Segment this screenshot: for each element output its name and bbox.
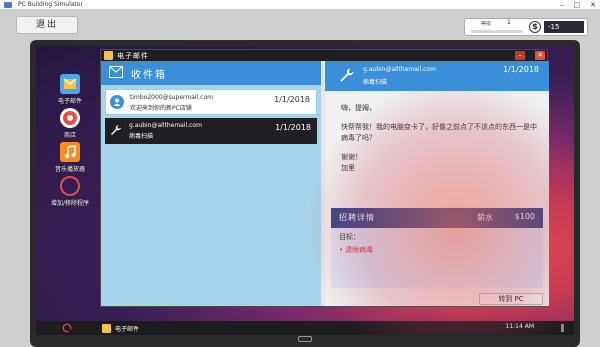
signoff-name: 加里: [341, 164, 355, 172]
level-label: 等级: [481, 21, 492, 27]
email-close-button[interactable]: ✕: [535, 51, 545, 60]
message-greeting: 嗨，提姆，: [341, 104, 376, 112]
pay-label: 薪水: [477, 213, 493, 222]
desktop-icon-label: 音乐播放器: [54, 166, 85, 173]
bullet-icon: •: [339, 246, 344, 254]
objective-text: 清除病毒: [345, 246, 374, 254]
job-details-title: 招聘详情: [339, 213, 375, 222]
mail-app-icon: [102, 323, 111, 333]
reader-date: 1/1/2018: [503, 65, 539, 74]
desktop-icon-label: 增加/移除程序: [50, 200, 90, 207]
desktop-icon-label: 商店: [63, 132, 76, 139]
objectives-label: 目标：: [339, 233, 360, 241]
dollar-icon: $: [529, 21, 541, 33]
job-details-bar: 招聘详情 薪水 $100: [331, 208, 543, 228]
level-progress-bar: [471, 30, 523, 33]
host-window-controls: – □ ✕: [560, 0, 596, 10]
desktop-icon-music[interactable]: 音乐播放器: [44, 142, 96, 173]
minimize-button[interactable]: –: [560, 1, 564, 9]
desktop-icon-shop[interactable]: 商店: [44, 108, 96, 139]
message-text: 快帮帮我！我的电脑变卡了，好像之前点了不该点的东西一是中病毒了吗？: [341, 123, 537, 142]
message-subject: 欢迎来到你的新PC店铺: [130, 105, 192, 112]
inbox-message-item[interactable]: timbo2000@supermail.com 欢迎来到你的新PC店铺 1/1/…: [105, 89, 317, 115]
host-titlebar: PC Building Simulator – □ ✕: [0, 0, 600, 10]
email-window-title: 电子邮件: [117, 52, 149, 60]
host-window-title: PC Building Simulator: [18, 1, 83, 8]
message-signoff: 谢谢！ 加里: [341, 152, 541, 174]
monitor-webcam: [298, 336, 312, 342]
taskbar-clock: 11:14 AM: [505, 323, 534, 330]
inbox-title: 收件箱: [131, 70, 167, 81]
message-date: 1/1/2018: [275, 123, 311, 132]
message-sender: g.aubin@allthemail.com: [129, 122, 202, 129]
start-icon[interactable]: [62, 323, 74, 333]
signoff-line: 谢谢！: [341, 153, 362, 161]
reader-sender: g.aubin@allthemail.com: [363, 66, 436, 73]
app-icon: [4, 2, 12, 8]
game-viewport: 退出 等级 1 $ -15 电子邮件 商店 音乐播放器 增加/移除程序 电子邮件…: [0, 10, 600, 347]
message-sender: timbo2000@supermail.com: [130, 94, 213, 101]
reader-subject: 病毒扫描: [363, 79, 388, 86]
reader-header: g.aubin@allthemail.com 病毒扫描 1/1/2018: [325, 61, 549, 91]
desktop-screen: 电子邮件 商店 音乐播放器 增加/移除程序 电子邮件 – ✕ 收件箱 timbo…: [36, 46, 574, 335]
wrench-icon: [109, 123, 123, 137]
pay-value: $100: [514, 212, 535, 221]
reader-body: 嗨，提姆， 快帮帮我！我的电脑变卡了，好像之前点了不该点的东西一是中病毒了吗？ …: [341, 103, 541, 174]
taskbar-app-email[interactable]: 电子邮件: [102, 322, 139, 334]
mail-app-icon: [104, 51, 113, 60]
music-note-icon: [60, 142, 80, 162]
wrench-icon: [340, 68, 354, 82]
user-avatar-icon: [110, 95, 124, 109]
desktop-icon-mail[interactable]: 电子邮件: [44, 74, 96, 105]
show-desktop-button[interactable]: [561, 324, 564, 332]
job-objectives-panel: 目标： • 清除病毒: [331, 228, 543, 288]
email-window: 电子邮件 – ✕ 收件箱 timbo2000@supermail.com 欢迎来…: [100, 49, 549, 307]
add-remove-programs-icon: [60, 176, 80, 196]
inbox-panel: 收件箱 timbo2000@supermail.com 欢迎来到你的新PC店铺 …: [101, 61, 321, 306]
email-window-titlebar[interactable]: 电子邮件 – ✕: [101, 50, 547, 61]
shop-icon: [60, 108, 80, 128]
envelope-icon: [109, 66, 123, 78]
taskbar-app-label: 电子邮件: [115, 325, 140, 333]
maximize-button[interactable]: □: [574, 1, 581, 9]
message-date: 1/1/2018: [274, 95, 310, 104]
message-subject: 病毒扫描: [129, 133, 154, 140]
level-money-panel: 等级 1 $ -15: [464, 18, 588, 36]
taskbar: 电子邮件 11:14 AM: [36, 321, 574, 335]
mail-app-icon: [60, 74, 80, 94]
objective-item: • 清除病毒: [339, 245, 373, 255]
inbox-header: 收件箱: [101, 61, 321, 85]
message-reader: g.aubin@allthemail.com 病毒扫描 1/1/2018 嗨，提…: [325, 61, 549, 306]
desktop-icon-label: 电子邮件: [57, 98, 82, 105]
monitor: 电子邮件 商店 音乐播放器 增加/移除程序 电子邮件 – ✕ 收件箱 timbo…: [30, 40, 580, 347]
desktop-icon-add-remove[interactable]: 增加/移除程序: [44, 176, 96, 207]
quit-button[interactable]: 退出: [16, 16, 78, 34]
go-to-pc-button[interactable]: 转到 PC: [479, 293, 543, 305]
money-value: -15: [544, 21, 584, 33]
close-button[interactable]: ✕: [590, 1, 596, 9]
email-minimize-button[interactable]: –: [515, 51, 525, 60]
inbox-message-item-selected[interactable]: g.aubin@allthemail.com 病毒扫描 1/1/2018: [105, 118, 317, 144]
level-value: 1: [507, 19, 511, 26]
